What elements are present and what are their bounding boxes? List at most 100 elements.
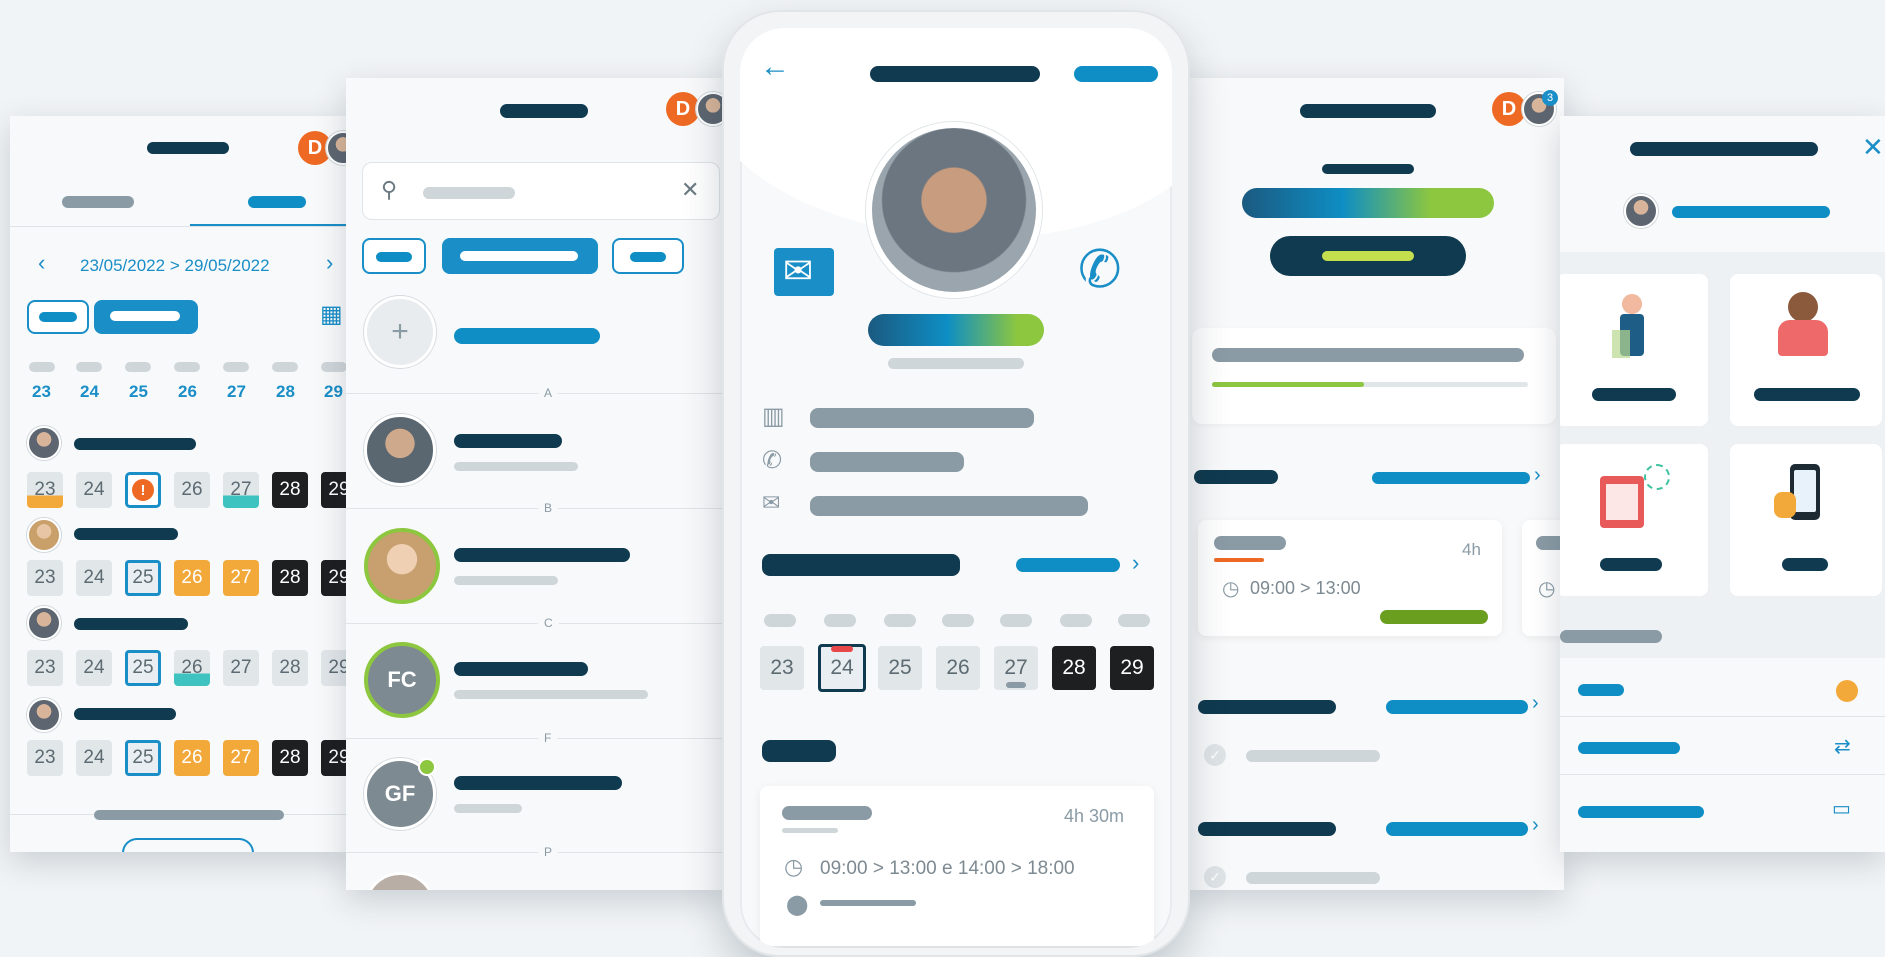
section-link[interactable] — [1386, 822, 1528, 836]
shift-card-peek[interactable]: ◷ — [1522, 520, 1564, 636]
contact-name[interactable] — [454, 434, 562, 448]
day-cell[interactable]: 27 — [223, 472, 259, 508]
date-range: 23/05/2022 > 29/05/2022 — [80, 256, 270, 276]
day-cell[interactable]: 26 — [174, 472, 210, 508]
email-icon[interactable]: ✉ — [774, 248, 834, 296]
day-cell[interactable]: 28 — [272, 650, 308, 686]
shift-card[interactable]: 4h ◷ 09:00 > 13:00 — [1198, 520, 1502, 636]
menu-item[interactable] — [1578, 742, 1680, 754]
day-cell[interactable]: 26 — [174, 560, 210, 596]
day-number: 26 — [178, 382, 197, 401]
section-link[interactable] — [1372, 472, 1530, 484]
online-status-dot — [418, 758, 436, 776]
section-letter: B — [538, 501, 559, 515]
filter-pill-outline[interactable] — [27, 300, 89, 334]
badge-count: 3 — [1546, 92, 1554, 104]
chevron-right-icon[interactable]: › — [1132, 550, 1139, 576]
clear-search-icon[interactable]: ✕ — [681, 177, 699, 203]
add-contact-button[interactable]: + — [364, 296, 436, 368]
shifts-section-title — [762, 740, 836, 762]
calendar-edit-icon[interactable]: ▦ — [320, 300, 343, 329]
filter-pill-filled[interactable] — [94, 300, 198, 334]
notification-badge: 3 — [1542, 90, 1558, 106]
contact-avatar[interactable] — [364, 414, 436, 486]
back-arrow-icon[interactable]: ← — [760, 50, 790, 84]
day-cell[interactable]: 25 — [125, 650, 161, 686]
week-day-cell[interactable]: 23 — [760, 646, 804, 690]
phone-field — [810, 452, 964, 472]
user-avatar[interactable] — [1624, 194, 1658, 228]
close-icon[interactable]: ✕ — [1862, 132, 1884, 163]
shift-detail-card[interactable]: 4h 30m ◷ 09:00 > 13:00 e 14:00 > 18:00 ⬤ — [760, 786, 1154, 946]
tab-right[interactable] — [248, 196, 306, 208]
day-cell[interactable]: 26 — [174, 740, 210, 776]
prev-week-chevron-icon[interactable]: ‹ — [38, 250, 45, 276]
company-field — [810, 408, 1034, 428]
chevron-right-icon[interactable]: › — [1532, 692, 1539, 715]
menu-tile-calendar[interactable] — [1560, 444, 1708, 596]
clock-in-button[interactable] — [1270, 236, 1466, 276]
app-logo: D — [1492, 92, 1526, 126]
tab-left[interactable] — [62, 196, 134, 208]
chevron-right-icon[interactable]: › — [1534, 464, 1541, 487]
day-cell[interactable]: 24 — [76, 560, 112, 596]
section-title — [1198, 822, 1336, 836]
location-text — [820, 900, 916, 906]
day-cell[interactable]: 25 — [125, 740, 161, 776]
day-cell[interactable]: 27 — [223, 740, 259, 776]
day-cell[interactable]: 26 — [174, 650, 210, 686]
week-day-cell[interactable]: 28 — [1052, 646, 1096, 690]
menu-tile-stress[interactable] — [1730, 274, 1882, 426]
header-action[interactable] — [1074, 66, 1158, 82]
check-icon: ✓ — [1204, 744, 1226, 766]
day-cell[interactable]: 28 — [272, 740, 308, 776]
chevron-right-icon[interactable]: › — [1532, 814, 1539, 837]
next-week-chevron-icon[interactable]: › — [326, 250, 333, 276]
progress-track — [1212, 382, 1528, 387]
week-day-cell[interactable]: 26 — [936, 646, 980, 690]
day-cell[interactable]: 24 — [76, 740, 112, 776]
contact-avatar[interactable] — [364, 872, 436, 890]
menu-screen: ✕ ⇄ ▭ — [1560, 116, 1885, 852]
contact-initials-avatar[interactable]: FC — [364, 642, 440, 718]
filter-chip-3[interactable] — [612, 238, 684, 274]
day-cell[interactable]: 24 — [76, 650, 112, 686]
contact-avatar[interactable] — [364, 528, 440, 604]
week-day-cell[interactable]: 25 — [878, 646, 922, 690]
shift-duration: 4h 30m — [1064, 806, 1125, 826]
day-cell[interactable]: 23 — [27, 740, 63, 776]
section-link[interactable] — [1386, 700, 1528, 714]
initials-text: GF — [384, 781, 416, 806]
menu-tile-mobile[interactable] — [1730, 444, 1882, 596]
contact-name[interactable] — [454, 548, 630, 562]
day-cell[interactable]: 23 — [27, 560, 63, 596]
contact-name[interactable] — [454, 662, 588, 676]
contact-name[interactable] — [454, 776, 622, 790]
day-cell[interactable]: 23 — [27, 650, 63, 686]
phone-call-icon[interactable]: ✆ — [1078, 240, 1122, 300]
clock-icon: ◷ — [784, 854, 804, 879]
add-contact-label[interactable] — [454, 328, 600, 344]
day-cell[interactable]: 25 — [125, 560, 161, 596]
menu-item[interactable] — [1578, 684, 1624, 696]
menu-item[interactable] — [1578, 806, 1704, 818]
phone-frame: ← ✉ ✆ ▥ ✆ ✉ › 23 24 25 26 27 28 29 4h 30… — [722, 10, 1190, 957]
day-cell[interactable]: 27 — [223, 560, 259, 596]
menu-tile-profile[interactable] — [1560, 274, 1708, 426]
week-day-cell[interactable]: 29 — [1110, 646, 1154, 690]
status-dot — [1836, 680, 1858, 702]
day-cell[interactable]: 28 — [272, 560, 308, 596]
alert-day-cell[interactable]: ! — [125, 472, 161, 508]
day-cell[interactable]: 24 — [76, 472, 112, 508]
filter-chip-1[interactable] — [362, 238, 426, 274]
alert-icon: ! — [132, 479, 154, 501]
progress-fill — [1212, 382, 1364, 387]
schedule-link[interactable] — [1016, 558, 1120, 572]
search-input[interactable]: ⚲ ✕ — [362, 162, 720, 220]
filter-chip-2[interactable] — [442, 238, 598, 274]
contact-subtitle — [454, 576, 558, 585]
day-cell[interactable]: 23 — [27, 472, 63, 508]
day-cell[interactable]: 28 — [272, 472, 308, 508]
footer-button[interactable] — [122, 838, 254, 852]
day-cell[interactable]: 27 — [223, 650, 259, 686]
